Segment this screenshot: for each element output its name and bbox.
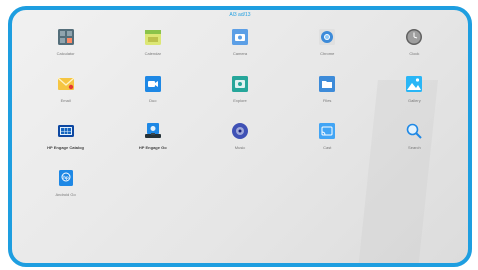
app-android-go[interactable]: hp Android Go <box>22 169 109 216</box>
app-hp-engage-go[interactable]: HP Engage Go <box>109 122 196 169</box>
hp-app-icon: hp <box>57 169 75 187</box>
app-calculator[interactable]: Calculator <box>22 28 109 75</box>
app-label: Email <box>60 98 71 103</box>
calendar-icon <box>144 28 162 46</box>
app-label: Chrome <box>320 51 335 56</box>
app-label: Clock <box>409 51 420 56</box>
app-label: HP Engage Go <box>138 145 167 150</box>
app-email[interactable]: Email <box>22 75 109 122</box>
gallery-icon <box>405 75 423 93</box>
engage-catalog-icon <box>57 122 75 140</box>
app-label: Cast <box>323 145 332 150</box>
camera-icon <box>231 28 249 46</box>
app-label: Music <box>234 145 246 150</box>
tablet-screen: Al3 ad/13 Calculator Calendar Camera Chr… <box>8 6 472 267</box>
status-bar-text: Al3 ad/13 <box>229 12 251 18</box>
app-duo[interactable]: Duo <box>109 75 196 122</box>
app-grid: Calculator Calendar Camera Chrome Clock … <box>22 28 458 216</box>
email-icon <box>57 75 75 93</box>
app-gallery[interactable]: Gallery <box>371 75 458 122</box>
app-label: Calendar <box>144 51 161 56</box>
explore-icon <box>231 75 249 93</box>
app-label: Duo <box>149 98 157 103</box>
app-chrome[interactable]: Chrome <box>284 28 371 75</box>
app-label: Search <box>408 145 421 150</box>
app-label: Android Go <box>55 192 76 197</box>
duo-icon <box>144 75 162 93</box>
app-cast[interactable]: Cast <box>284 122 371 169</box>
app-explore[interactable]: Explore <box>196 75 283 122</box>
app-label: Gallery <box>408 98 421 103</box>
app-label: HP Engage Catalog <box>47 145 84 150</box>
chrome-icon <box>318 28 336 46</box>
cast-icon <box>318 122 336 140</box>
music-icon <box>231 122 249 140</box>
app-label: Files <box>322 98 332 103</box>
search-icon <box>405 122 423 140</box>
engage-go-icon <box>144 122 162 140</box>
svg-text:hp: hp <box>63 175 69 180</box>
app-calendar[interactable]: Calendar <box>109 28 196 75</box>
app-hp-engage-catalog[interactable]: HP Engage Catalog <box>22 122 109 169</box>
clock-icon <box>405 28 423 46</box>
app-search[interactable]: Search <box>371 122 458 169</box>
calculator-icon <box>57 28 75 46</box>
app-label: Calculator <box>56 51 75 56</box>
app-label: Explore <box>233 98 247 103</box>
app-files[interactable]: Files <box>284 75 371 122</box>
app-label: Camera <box>232 51 248 56</box>
app-clock[interactable]: Clock <box>371 28 458 75</box>
files-icon <box>318 75 336 93</box>
app-music[interactable]: Music <box>196 122 283 169</box>
app-camera[interactable]: Camera <box>196 28 283 75</box>
